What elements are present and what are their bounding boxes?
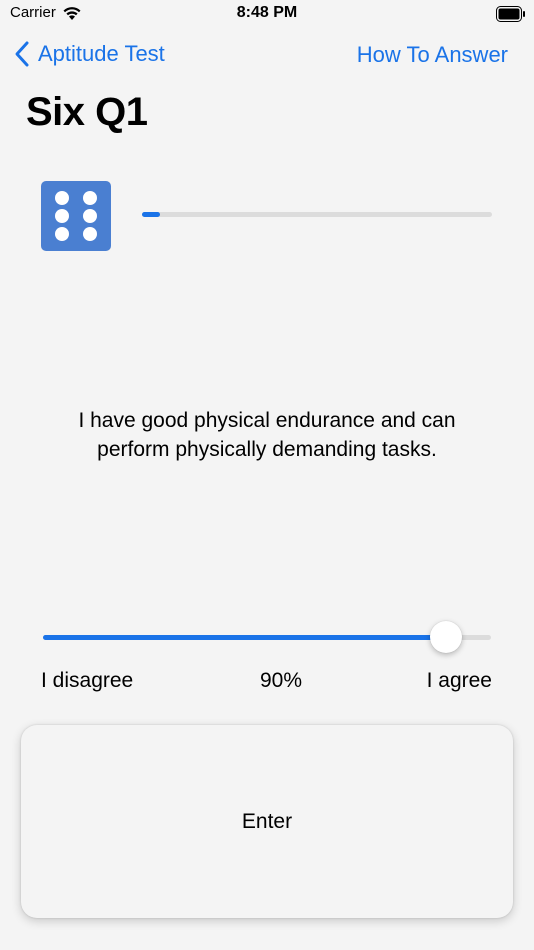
question-progress-bar xyxy=(142,212,492,217)
chevron-left-icon xyxy=(15,41,29,67)
question-text: I have good physical endurance and can p… xyxy=(78,409,456,461)
dice-six-icon xyxy=(41,181,111,251)
enter-button-label: Enter xyxy=(241,809,293,833)
battery-icon xyxy=(496,6,525,22)
question-progress-fill xyxy=(142,212,160,217)
slider-track xyxy=(43,635,491,640)
back-button-label: Aptitude Test xyxy=(38,41,165,66)
page-title: Six Q1 xyxy=(26,90,148,134)
slider-max-label: I agree xyxy=(426,669,492,692)
agreement-slider[interactable] xyxy=(43,620,491,654)
status-bar: Carrier 8:48 PM xyxy=(0,0,534,30)
status-time: 8:48 PM xyxy=(236,4,298,21)
back-button[interactable]: Aptitude Test xyxy=(14,40,165,68)
how-to-answer-button[interactable]: How To Answer xyxy=(357,42,508,68)
slider-thumb[interactable] xyxy=(430,621,463,653)
slider-fill xyxy=(43,635,447,640)
enter-button[interactable]: Enter xyxy=(21,725,513,918)
